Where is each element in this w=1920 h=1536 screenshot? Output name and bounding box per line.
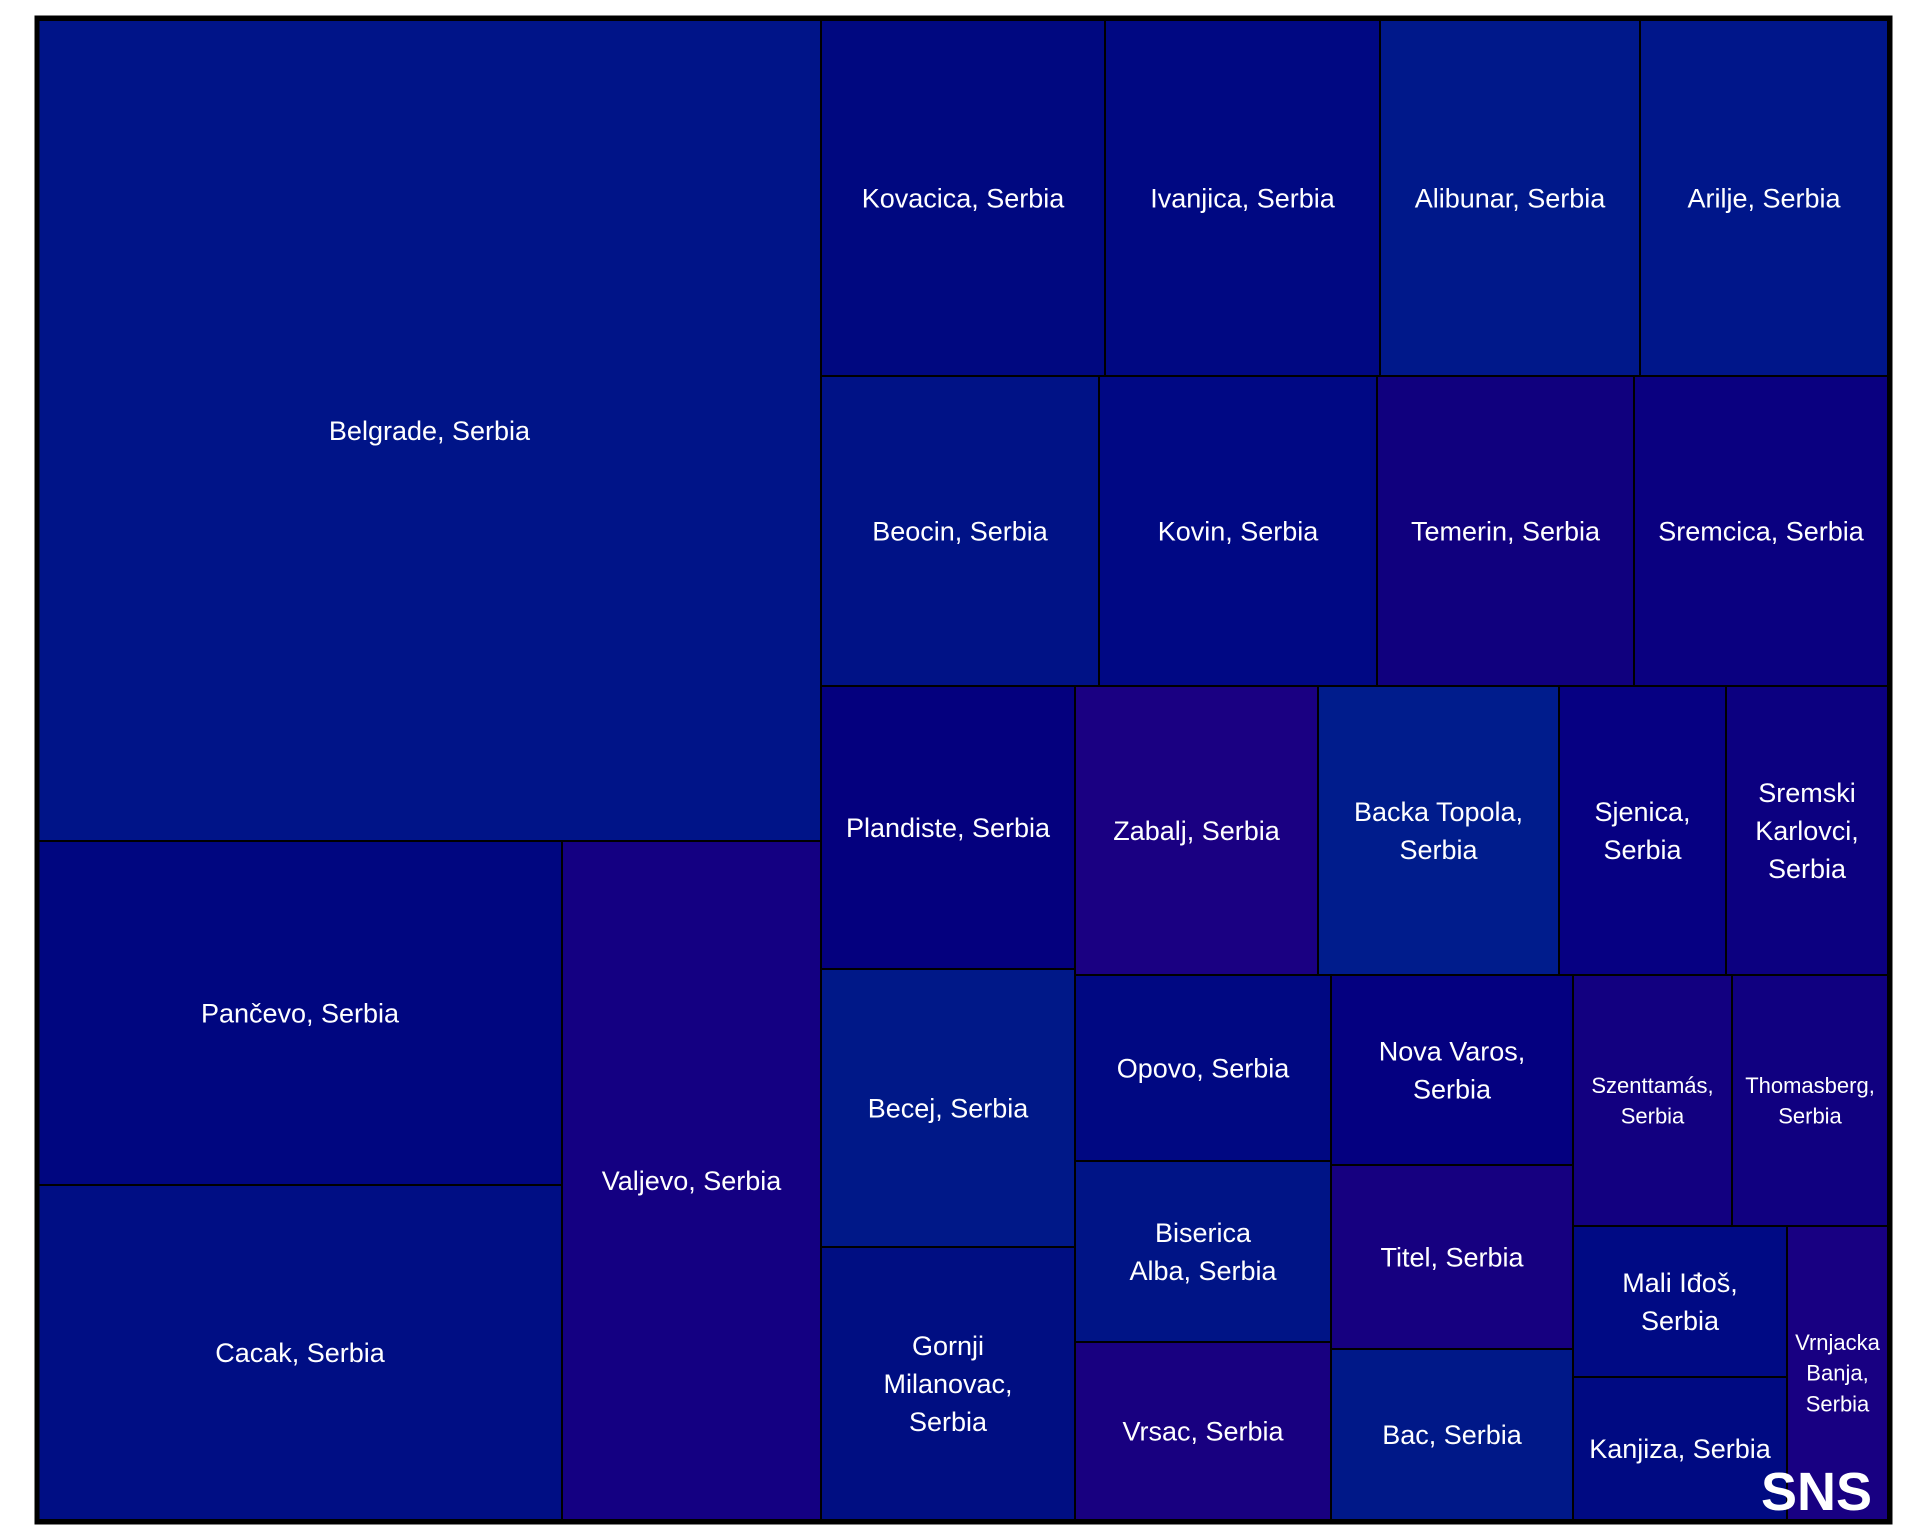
treemap-label-plandiste-serbia: Plandiste, Serbia (846, 813, 1051, 843)
treemap-cell-opovo-serbia: Opovo, Serbia (1074, 974, 1332, 1162)
treemap-label-ivanjica-serbia: Ivanjica, Serbia (1150, 183, 1336, 213)
treemap-cell-temerin-serbia: Temerin, Serbia (1376, 375, 1635, 687)
treemap-label-belgrade-serbia: Belgrade, Serbia (329, 416, 531, 446)
treemap-cell-belgrade-serbia: Belgrade, Serbia (37, 19, 822, 842)
treemap-cell-zabalj-serbia: Zabalj, Serbia (1074, 685, 1319, 976)
treemap-cell-sjenica-serbia: Sjenica, Serbia (1558, 685, 1727, 976)
treemap-cell-arilje-serbia: Arilje, Serbia (1639, 19, 1889, 377)
treemap-cell-bac-serbia: Bac, Serbia (1330, 1348, 1574, 1521)
treemap-cell-vrsac-serbia: Vrsac, Serbia (1074, 1341, 1332, 1521)
treemap-label-beocin-serbia: Beocin, Serbia (872, 516, 1049, 546)
treemap-cell-sremski-karlovci-serbia: Sremski Karlovci, Serbia (1725, 685, 1889, 976)
party-badge: SNS (1761, 1462, 1872, 1522)
treemap-label-vrnjacka-banja-serbia: Vrnjacka Banja, Serbia (1795, 1330, 1881, 1417)
treemap-cell-szenttamas-serbia: Szenttamás, Serbia (1572, 974, 1733, 1227)
treemap-cell-beocin-serbia: Beocin, Serbia (820, 375, 1100, 687)
treemap-label-becej-serbia: Becej, Serbia (868, 1093, 1030, 1123)
treemap-cell-nova-varos-serbia: Nova Varos, Serbia (1330, 974, 1574, 1166)
treemap-cell-pancevo-serbia: Pančevo, Serbia (37, 840, 563, 1186)
treemap-cell-sremcica-serbia: Sremcica, Serbia (1633, 375, 1889, 687)
treemap-label-bac-serbia: Bac, Serbia (1382, 1420, 1523, 1450)
treemap-label-kanjiza-serbia: Kanjiza, Serbia (1589, 1434, 1772, 1464)
treemap-cell-becej-serbia: Becej, Serbia (820, 968, 1076, 1248)
treemap-cell-valjevo-serbia: Valjevo, Serbia (561, 840, 822, 1521)
treemap-cell-ivanjica-serbia: Ivanjica, Serbia (1104, 19, 1381, 377)
treemap-cell-biserica-alba-serbia: Biserica Alba, Serbia (1074, 1160, 1332, 1343)
treemap-label-kovin-serbia: Kovin, Serbia (1158, 516, 1320, 546)
treemap-cell-cacak-serbia: Cacak, Serbia (37, 1184, 563, 1521)
treemap-chart: Belgrade, Serbia Pančevo, Serbia Cacak, Se… (0, 0, 1920, 1536)
treemap-rect-backa-topola-serbia (1317, 685, 1560, 976)
treemap-label-sremcica-serbia: Sremcica, Serbia (1658, 516, 1865, 546)
treemap-rect-sjenica-serbia (1558, 685, 1727, 976)
treemap-label-cacak-serbia: Cacak, Serbia (215, 1338, 386, 1368)
treemap-cell-thomasberg-serbia: Thomasberg, Serbia (1731, 974, 1889, 1227)
treemap-label-valjevo-serbia: Valjevo, Serbia (602, 1166, 783, 1196)
treemap-label-opovo-serbia: Opovo, Serbia (1117, 1053, 1291, 1083)
treemap-label-arilje-serbia: Arilje, Serbia (1687, 183, 1841, 213)
treemap-cell-titel-serbia: Titel, Serbia (1330, 1164, 1574, 1350)
treemap-cell-kovacica-serbia: Kovacica, Serbia (820, 19, 1106, 377)
treemap-cell-alibunar-serbia: Alibunar, Serbia (1379, 19, 1641, 377)
treemap-cell-gornji-milanovac-serbia: Gornji Milanovac, Serbia (820, 1246, 1076, 1521)
treemap-cell-mali-i-os-serbia: Mali Iđoš, Serbia (1572, 1225, 1788, 1378)
treemap-rect-szenttamas-serbia (1572, 974, 1733, 1227)
treemap-label-temerin-serbia: Temerin, Serbia (1411, 516, 1601, 546)
treemap-cell-backa-topola-serbia: Backa Topola, Serbia (1317, 685, 1560, 976)
treemap-label-pancevo-serbia: Pančevo, Serbia (201, 998, 400, 1028)
treemap-cell-kovin-serbia: Kovin, Serbia (1098, 375, 1378, 687)
treemap-label-vrsac-serbia: Vrsac, Serbia (1122, 1416, 1284, 1446)
treemap-label-titel-serbia: Titel, Serbia (1380, 1242, 1524, 1272)
treemap-rect-thomasberg-serbia (1731, 974, 1889, 1227)
treemap-rect-biserica-alba-serbia (1074, 1160, 1332, 1343)
treemap-label-sremski-karlovci-serbia: Sremski Karlovci, Serbia (1755, 778, 1859, 884)
treemap-svg: Belgrade, Serbia Pančevo, Serbia Cacak, Se… (34, 15, 1893, 1525)
treemap-rect-nova-varos-serbia (1330, 974, 1574, 1166)
treemap-rect-mali-i-os-serbia (1572, 1225, 1788, 1378)
treemap-label-alibunar-serbia: Alibunar, Serbia (1415, 183, 1607, 213)
treemap-cell-plandiste-serbia: Plandiste, Serbia (820, 685, 1076, 970)
treemap-label-zabalj-serbia: Zabalj, Serbia (1113, 816, 1281, 846)
treemap-label-kovacica-serbia: Kovacica, Serbia (862, 183, 1066, 213)
treemap-cell-kanjiza-serbia: Kanjiza, Serbia (1572, 1376, 1788, 1521)
